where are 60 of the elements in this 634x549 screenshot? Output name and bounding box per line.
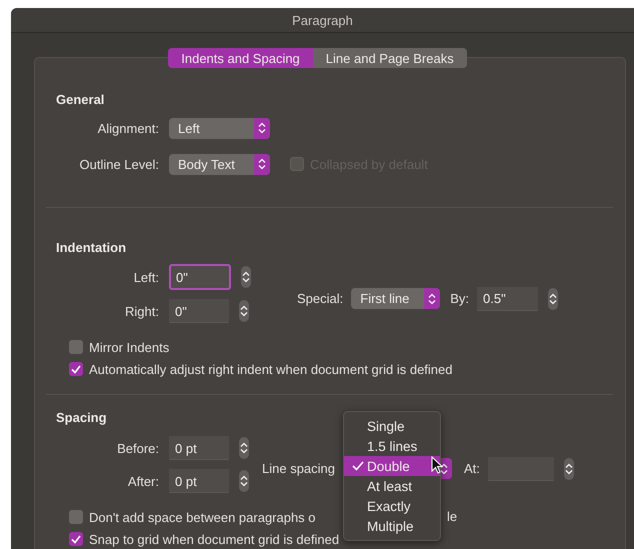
window-title: Paragraph [292, 12, 353, 28]
field-label: Left: [132, 270, 159, 284]
checkmark-icon [352, 461, 364, 471]
checkbox[interactable] [69, 340, 83, 354]
outline-level-select[interactable]: Body Text [169, 154, 270, 174]
menu-item[interactable]: Exactly [344, 496, 440, 516]
field-label: Special: [297, 291, 344, 306]
field-label: Line spacing [262, 461, 335, 476]
input-field[interactable]: 0 pt [169, 436, 229, 460]
up-down-arrows-icon [258, 158, 266, 170]
checkmark-icon [71, 534, 81, 544]
up-down-arrows-icon [549, 292, 558, 304]
input-field[interactable] [488, 456, 554, 480]
input-field[interactable]: 0" [169, 299, 229, 323]
stepper-button[interactable] [239, 300, 249, 322]
up-down-arrows-icon [240, 442, 248, 454]
section-heading: Spacing [56, 410, 108, 426]
field-label: Outline Level: [78, 156, 159, 172]
field-label: At: [464, 461, 480, 476]
section-heading: Indentation [56, 240, 128, 256]
section-heading: General [56, 92, 106, 108]
field-label: Alignment: [96, 120, 159, 136]
menu-item[interactable]: Single [344, 416, 440, 436]
up-down-arrows-icon [564, 462, 573, 474]
input-field[interactable]: 0.5" [477, 286, 538, 310]
checkbox-label: Don't add space between paragraphs o [89, 510, 316, 524]
field-label: Before: [116, 440, 159, 456]
stepper-button[interactable] [239, 437, 249, 459]
stepper-button[interactable] [239, 470, 249, 492]
up-down-arrows-icon [240, 475, 248, 487]
tab[interactable]: Indents and Spacing [168, 48, 313, 68]
up-down-arrows-icon [242, 271, 250, 283]
menu-item[interactable]: Multiple [344, 516, 440, 536]
pointer-icon [431, 456, 443, 474]
up-down-arrows-icon [258, 122, 266, 134]
menu-item[interactable]: 1.5 lines [344, 436, 440, 456]
field-label: By: [450, 291, 470, 306]
checkbox-label: Snap to grid when document grid is defined [89, 532, 340, 546]
checkbox[interactable] [69, 510, 83, 524]
checkbox-label: le [447, 509, 458, 525]
field-label: Right: [124, 304, 159, 318]
stepper-button[interactable] [548, 288, 558, 310]
menu-item[interactable]: Double [344, 456, 440, 476]
input-field[interactable]: 0 pt [169, 469, 229, 493]
checkbox-label: Mirror Indents [89, 340, 170, 354]
field-label: After: [126, 474, 159, 488]
up-down-arrows-icon [240, 305, 248, 317]
checkbox[interactable] [69, 362, 83, 376]
checkbox-label: Automatically adjust right indent when document grid is defined [89, 362, 452, 376]
tab[interactable]: Line and Page Breaks [312, 48, 467, 68]
up-down-arrows-icon [428, 292, 436, 304]
up-down-arrows-icon [440, 462, 448, 474]
menu-item[interactable]: At least [344, 476, 440, 496]
checkmark-icon [71, 364, 81, 374]
alignment-select[interactable]: Left [169, 118, 270, 138]
stepper-button[interactable] [564, 458, 574, 480]
checkbox[interactable] [69, 532, 83, 546]
special-select[interactable]: First line [351, 288, 440, 309]
stepper-button[interactable] [241, 266, 251, 288]
input-field[interactable]: 0" [169, 264, 231, 290]
